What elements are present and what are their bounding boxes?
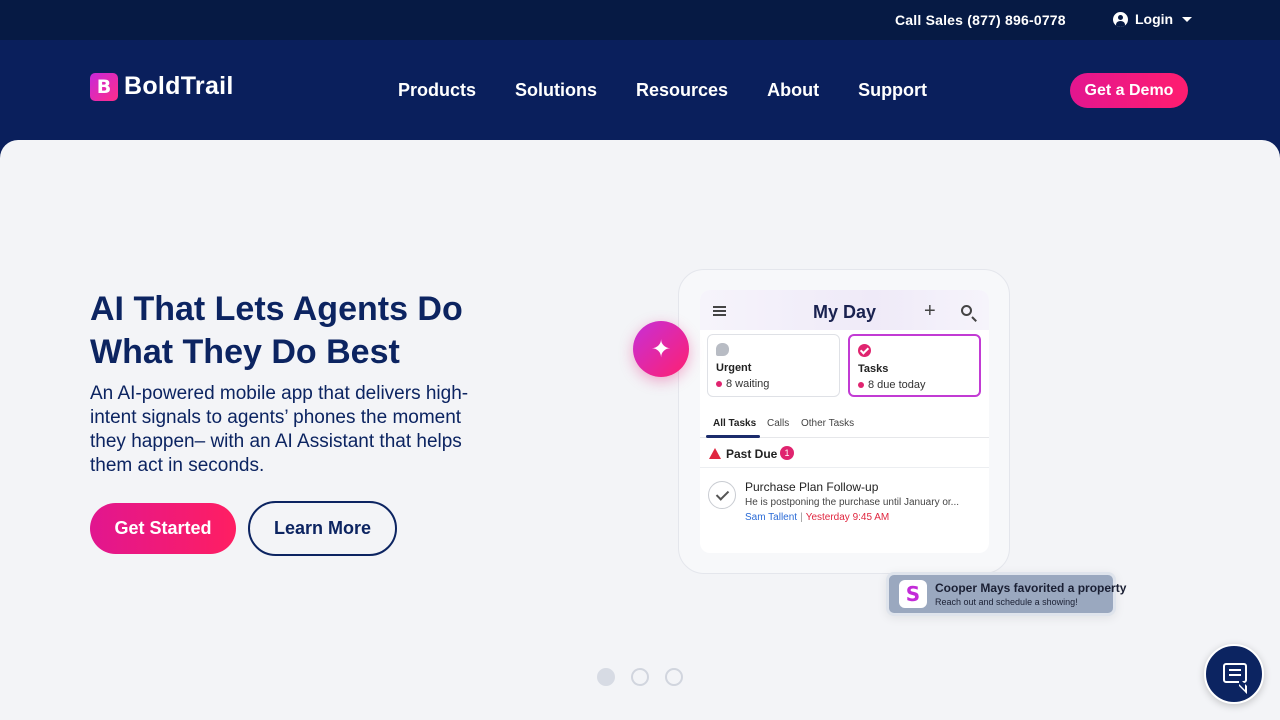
hero-title: AI That Lets Agents Do What They Do Best bbox=[90, 290, 463, 371]
nav-resources[interactable]: Resources bbox=[636, 80, 728, 101]
task-meta: Sam Tallent | Yesterday 9:45 AM bbox=[745, 512, 889, 523]
main-header: B BoldTrail Products Solutions Resources… bbox=[0, 40, 1280, 140]
status-dot bbox=[858, 382, 864, 388]
hero-section: AI That Lets Agents Do What They Do Best… bbox=[0, 140, 1280, 720]
urgent-card: Urgent 8 waiting bbox=[707, 334, 840, 397]
warning-icon bbox=[709, 448, 721, 459]
search-icon bbox=[961, 305, 972, 316]
urgent-card-title: Urgent bbox=[716, 362, 752, 374]
logo-text: BoldTrail bbox=[124, 72, 234, 100]
task-meta-separator: | bbox=[800, 512, 803, 523]
nav-about[interactable]: About bbox=[767, 80, 819, 101]
top-utility-bar: Call Sales (877) 896-0778 Login bbox=[0, 0, 1280, 40]
task-tabs: All Tasks Calls Other Tasks bbox=[700, 408, 989, 438]
task-title: Purchase Plan Follow-up bbox=[745, 480, 879, 494]
carousel-dot-1[interactable] bbox=[597, 668, 615, 686]
nav-support[interactable]: Support bbox=[858, 80, 927, 101]
logo-mark-icon: B bbox=[90, 72, 118, 101]
nav-solutions[interactable]: Solutions bbox=[515, 80, 597, 101]
active-tab-indicator bbox=[706, 435, 760, 438]
notification-title: Cooper Mays favorited a property bbox=[935, 581, 1127, 595]
chat-button[interactable] bbox=[1204, 644, 1264, 704]
app-header: My Day + bbox=[700, 290, 989, 330]
tab-all-tasks: All Tasks bbox=[713, 418, 757, 429]
tab-calls: Calls bbox=[767, 418, 790, 429]
message-icon bbox=[716, 343, 729, 356]
tasks-card: Tasks 8 due today bbox=[848, 334, 981, 397]
boldtrail-logo[interactable]: B BoldTrail bbox=[90, 72, 234, 101]
plus-icon: + bbox=[924, 300, 936, 322]
urgent-card-stat: 8 waiting bbox=[716, 378, 769, 390]
urgent-card-stat-text: 8 waiting bbox=[726, 378, 770, 390]
get-started-button[interactable]: Get Started bbox=[90, 503, 236, 554]
tasks-card-stat-text: 8 due today bbox=[868, 379, 926, 391]
notification-logo-icon: S bbox=[899, 580, 927, 608]
get-a-demo-button[interactable]: Get a Demo bbox=[1070, 73, 1188, 108]
nav-products[interactable]: Products bbox=[398, 80, 476, 101]
login-label: Login bbox=[1135, 11, 1174, 27]
task-assignee: Sam Tallent bbox=[745, 512, 798, 523]
user-icon bbox=[1113, 11, 1128, 27]
chat-icon bbox=[1223, 663, 1247, 683]
tasks-card-title: Tasks bbox=[858, 363, 889, 375]
call-sales-link[interactable]: Call Sales (877) 896-0778 bbox=[895, 12, 1066, 28]
tasks-card-stat: 8 due today bbox=[858, 379, 926, 391]
chevron-down-icon bbox=[1182, 16, 1193, 22]
main-nav: Products Solutions Resources About Suppo… bbox=[398, 80, 927, 101]
status-dot bbox=[716, 381, 722, 387]
login-menu[interactable]: Login bbox=[1113, 11, 1193, 27]
notification-toast: S Cooper Mays favorited a property Reach… bbox=[886, 572, 1126, 616]
app-title: My Day bbox=[813, 302, 877, 322]
past-due-count-badge: 1 bbox=[780, 446, 794, 460]
past-due-label: Past Due bbox=[726, 447, 778, 461]
task-item: Purchase Plan Follow-up He is postponing… bbox=[700, 476, 989, 536]
task-time: Yesterday 9:45 AM bbox=[805, 512, 890, 523]
notification-subtitle: Reach out and schedule a showing! bbox=[935, 597, 1078, 607]
past-due-header: Past Due 1 bbox=[700, 440, 989, 468]
check-circle-icon bbox=[708, 481, 736, 509]
carousel-dot-3[interactable] bbox=[665, 668, 683, 686]
hero-subtitle: An AI-powered mobile app that delivers h… bbox=[90, 383, 469, 476]
tab-other-tasks: Other Tasks bbox=[801, 418, 855, 429]
check-icon bbox=[858, 344, 871, 357]
learn-more-button[interactable]: Learn More bbox=[248, 501, 397, 556]
carousel-dots bbox=[597, 668, 683, 686]
sparkle-icon: ✦ bbox=[633, 321, 689, 377]
menu-icon bbox=[713, 306, 726, 316]
task-description: He is postponing the purchase until Janu… bbox=[745, 497, 960, 508]
phone-mockup-screen: My Day + Urgent 8 waiting Tasks 8 due to… bbox=[700, 290, 989, 553]
carousel-dot-2[interactable] bbox=[631, 668, 649, 686]
